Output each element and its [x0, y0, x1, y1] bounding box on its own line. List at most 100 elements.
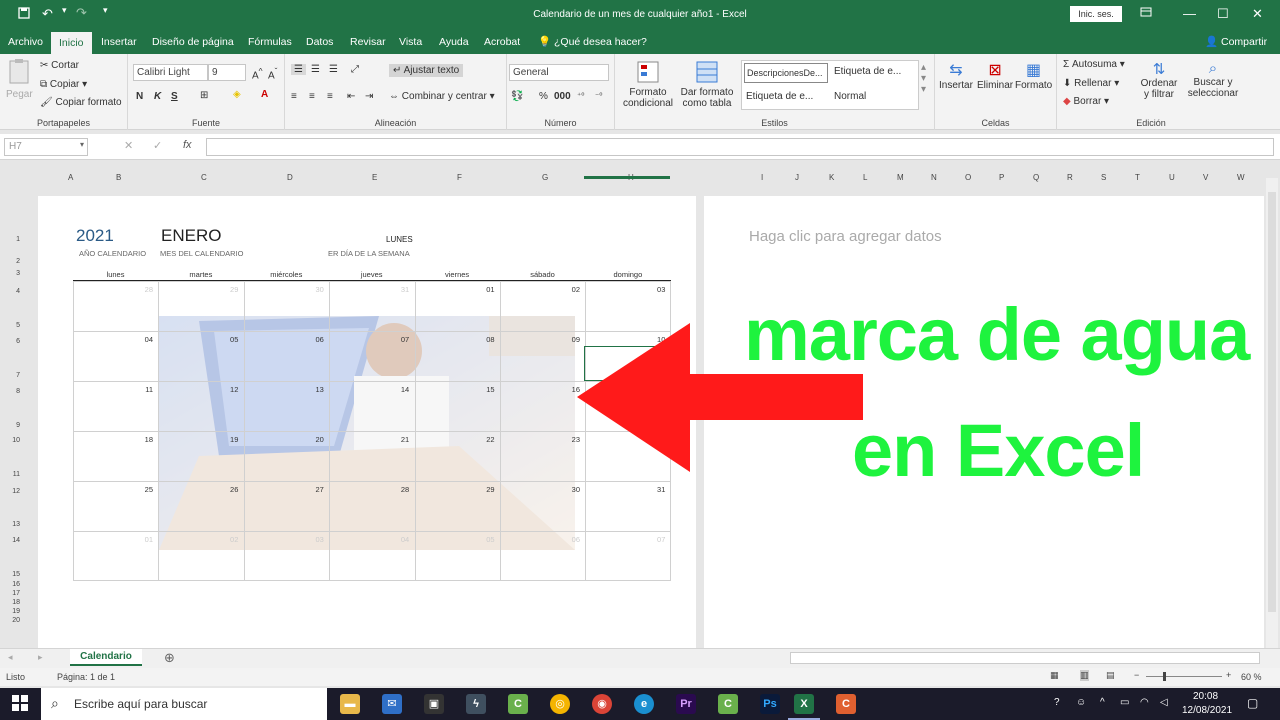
calendar-date-cell[interactable]: 20: [244, 435, 323, 444]
calendar-date-cell[interactable]: 07: [585, 535, 665, 544]
file-explorer-icon[interactable]: ▬: [340, 694, 360, 714]
percent-icon[interactable]: %: [539, 91, 548, 102]
tab-ayuda[interactable]: Ayuda: [439, 30, 469, 54]
tab-formulas[interactable]: Fórmulas: [248, 30, 292, 54]
enter-icon[interactable]: ✓: [153, 139, 162, 152]
column-header[interactable]: K: [829, 173, 834, 182]
gallery-scroll-icon[interactable]: ▴ ▾ ▾: [921, 62, 926, 95]
row-header[interactable]: 7: [0, 372, 30, 379]
align-right-icon[interactable]: ≡: [327, 91, 333, 102]
format-painter-button[interactable]: 🖌 Copiar formato: [40, 97, 122, 108]
delete-cells-button[interactable]: ⊠ Eliminar: [977, 60, 1013, 91]
row-header[interactable]: 18: [0, 599, 30, 606]
paste-button[interactable]: Pegar: [6, 58, 33, 100]
row-header[interactable]: 16: [0, 581, 30, 588]
column-header[interactable]: F: [457, 173, 462, 182]
cancel-icon[interactable]: ✕: [124, 139, 133, 152]
windows-start-icon[interactable]: [12, 695, 28, 714]
row-header[interactable]: 20: [0, 617, 30, 624]
style-etiqueta-2[interactable]: Etiqueta de e...: [746, 91, 813, 102]
row-header[interactable]: 19: [0, 608, 30, 615]
merge-center-button[interactable]: ⇔ Combinar y centrar ▾: [389, 91, 495, 102]
calendar-date-cell[interactable]: 31: [585, 485, 665, 494]
calendar-date-cell[interactable]: 05: [415, 535, 494, 544]
calendar-date-cell[interactable]: 11: [73, 385, 153, 394]
battery-icon[interactable]: ▭: [1120, 697, 1129, 708]
calendar-date-cell[interactable]: 23: [500, 435, 580, 444]
fill-color-icon[interactable]: ◈: [233, 89, 241, 100]
tab-insertar[interactable]: Insertar: [101, 30, 137, 54]
new-sheet-icon[interactable]: ⊕: [164, 650, 175, 666]
column-header[interactable]: D: [287, 173, 293, 182]
number-format-select[interactable]: General: [509, 64, 609, 81]
wifi-icon[interactable]: ◠: [1140, 697, 1149, 708]
calendar-date-cell[interactable]: 07: [329, 335, 409, 344]
shrink-font-icon[interactable]: Aˇ: [268, 66, 277, 81]
calendar-date-cell[interactable]: 25: [73, 485, 153, 494]
row-header[interactable]: 1: [0, 236, 30, 243]
app-c-icon[interactable]: C: [836, 694, 856, 714]
tray-expand-icon[interactable]: ^: [1100, 697, 1105, 708]
close-icon[interactable]: ✕: [1252, 6, 1263, 22]
sheet-tab-calendario[interactable]: Calendario: [70, 649, 142, 666]
font-color-icon[interactable]: A: [261, 89, 268, 100]
zoom-slider-handle[interactable]: [1163, 672, 1166, 681]
column-header[interactable]: W: [1237, 173, 1245, 182]
borders-icon[interactable]: ⊞: [200, 90, 208, 101]
tab-revisar[interactable]: Revisar: [350, 30, 386, 54]
cut-button[interactable]: ✂ Cortar: [40, 60, 79, 71]
calendar-date-cell[interactable]: 09: [500, 335, 580, 344]
calendar-date-cell[interactable]: 31: [329, 285, 409, 294]
zoom-level[interactable]: 60 %: [1241, 672, 1262, 682]
name-box[interactable]: H7: [4, 138, 88, 156]
row-header[interactable]: 9: [0, 422, 30, 429]
autosum-button[interactable]: Σ Autosuma ▾: [1063, 59, 1125, 70]
underline-button[interactable]: S: [171, 91, 178, 102]
calendar-date-cell[interactable]: 14: [329, 385, 409, 394]
find-select-button[interactable]: ⌕ Buscar y seleccionar: [1183, 60, 1243, 99]
insert-cells-button[interactable]: ⇆ Insertar: [939, 60, 973, 91]
increase-indent-icon[interactable]: ⇥: [365, 91, 373, 102]
row-header[interactable]: 13: [0, 521, 30, 528]
calendar-date-cell[interactable]: 19: [158, 435, 238, 444]
currency-icon[interactable]: 💱: [511, 91, 523, 102]
chrome-icon[interactable]: ◉: [592, 694, 612, 714]
decrease-decimal-icon[interactable]: ⁻⁰: [595, 91, 602, 100]
zoom-out-icon[interactable]: −: [1134, 670, 1139, 680]
align-middle-icon[interactable]: ☰: [311, 64, 320, 75]
column-header[interactable]: O: [965, 173, 971, 182]
column-header[interactable]: S: [1101, 173, 1106, 182]
column-header[interactable]: M: [897, 173, 904, 182]
font-size-select[interactable]: 9: [208, 64, 246, 81]
app-bolt-icon[interactable]: ϟ: [466, 694, 486, 714]
calendar-date-cell[interactable]: 18: [73, 435, 153, 444]
row-header[interactable]: 14: [0, 537, 30, 544]
column-header[interactable]: T: [1135, 173, 1140, 182]
page-break-view-icon[interactable]: ▤: [1106, 670, 1115, 681]
calendar-date-cell[interactable]: 12: [158, 385, 238, 394]
increase-decimal-icon[interactable]: ⁺⁰: [577, 91, 584, 100]
vertical-scroll-thumb[interactable]: [1268, 192, 1276, 612]
calendar-date-cell[interactable]: 10: [585, 335, 665, 344]
ribbon-display-icon[interactable]: [1140, 6, 1152, 21]
column-header[interactable]: N: [931, 173, 937, 182]
tab-nav-left-icon[interactable]: ◂: [8, 652, 13, 663]
tab-diseno-pagina[interactable]: Diseño de página: [152, 30, 234, 54]
sort-filter-button[interactable]: ⇅ Ordenar y filtrar: [1137, 60, 1181, 100]
calendar-date-cell[interactable]: 28: [329, 485, 409, 494]
style-etiqueta-1[interactable]: Etiqueta de e...: [834, 66, 901, 77]
vertical-scrollbar[interactable]: [1266, 178, 1278, 648]
row-header[interactable]: 4: [0, 288, 30, 295]
tab-nav-right-icon[interactable]: ▸: [38, 652, 43, 663]
clear-button[interactable]: ◆ Borrar ▾: [1063, 96, 1109, 107]
calendar-date-cell[interactable]: 01: [73, 535, 153, 544]
column-header[interactable]: P: [999, 173, 1004, 182]
row-header[interactable]: 15: [0, 571, 30, 578]
decrease-indent-icon[interactable]: ⇤: [347, 91, 355, 102]
italic-button[interactable]: K: [154, 91, 161, 102]
selected-cell[interactable]: [584, 346, 664, 381]
tab-inicio[interactable]: Inicio: [51, 32, 92, 54]
calendar-date-cell[interactable]: 01: [415, 285, 494, 294]
column-header[interactable]: E: [372, 173, 377, 182]
calendar-date-cell[interactable]: 28: [73, 285, 153, 294]
